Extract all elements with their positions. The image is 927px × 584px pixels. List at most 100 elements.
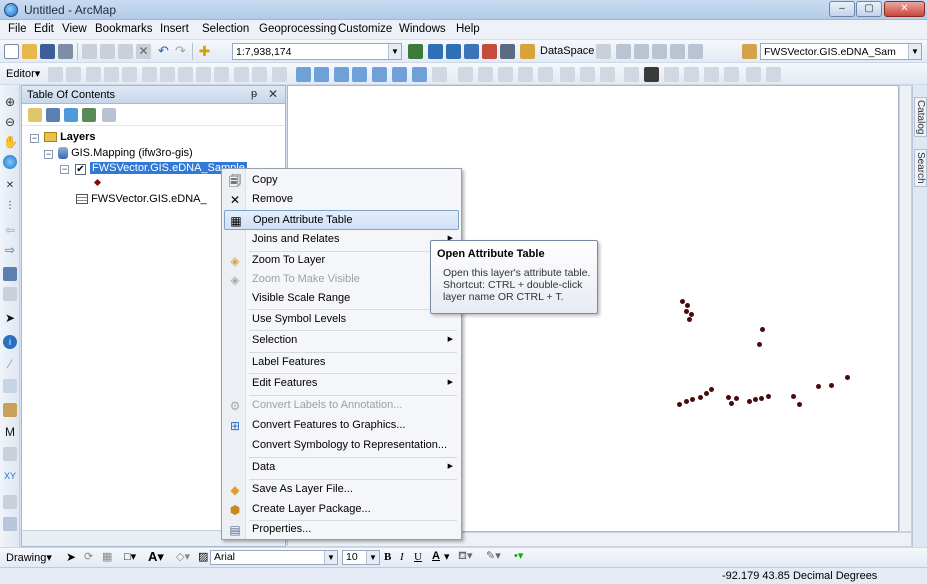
edit-vertices-drawing-icon[interactable]: ◇▾ [176,550,190,563]
cut-icon[interactable] [82,44,97,59]
convert-symbology-menu-item[interactable]: Convert Symbology to Representation... [224,436,459,456]
toc-options-icon[interactable] [102,108,116,122]
find-binoculars-icon[interactable]: M [3,425,17,439]
clear-selection-icon[interactable] [3,287,17,301]
search-window-icon[interactable] [464,44,479,59]
reconcile-icon[interactable] [334,67,349,82]
use-symbol-levels-menu-item[interactable]: Use Symbol Levels [224,310,459,330]
dataspace-dropdown-icon[interactable] [596,44,611,59]
convert-features-menu-item[interactable]: ⊞ Convert Features to Graphics... [224,416,459,436]
zoom-in-icon[interactable]: ⊕ [3,95,17,109]
arctoolbox-icon[interactable] [482,44,497,59]
grid-icon[interactable] [724,67,739,82]
minimize-button[interactable]: – [829,1,855,17]
undo-icon[interactable]: ↶ [156,44,171,59]
find-route-icon[interactable] [3,447,17,461]
menu-insert[interactable]: Insert [160,23,189,35]
tool-c-icon[interactable] [652,44,667,59]
rotate-icon[interactable] [214,67,229,82]
time-slider-icon[interactable] [3,495,17,509]
map-scale-combo[interactable]: 1:7,938,174 ▼ [232,43,402,60]
post-icon[interactable] [352,67,367,82]
create-features-icon[interactable] [272,67,287,82]
select-elements-arrow-icon[interactable]: ➤ [3,311,17,325]
rectangle-tool-icon[interactable]: □▾ [124,550,136,563]
open-folder-icon[interactable] [22,44,37,59]
select-elements-icon[interactable]: ➤ [66,550,76,564]
edit-tool-icon[interactable] [48,67,63,82]
fixed-zoom-in-icon[interactable]: ✕ [3,179,17,193]
layer-selector-icon[interactable] [742,44,757,59]
dataspace-label[interactable]: DataSpace [540,45,594,57]
toc-close-icon[interactable]: ✕ [268,87,278,101]
versioning-icon[interactable] [314,67,329,82]
menu-windows[interactable]: Windows [399,23,446,35]
fill-color-icon[interactable]: ⛾▾ [458,549,473,564]
geodatabase-tool-icon[interactable] [296,67,311,82]
marker-color-icon[interactable]: •▾ [514,549,523,562]
table-tool-icon[interactable] [704,67,719,82]
label-features-menu-item[interactable]: Label Features [224,353,459,373]
select-features-icon[interactable] [3,267,17,281]
convert-labels-menu-item[interactable]: ⚙ Convert Labels to Annotation... [224,396,459,416]
refresh-version-icon[interactable] [392,67,407,82]
reshape-icon[interactable] [160,67,175,82]
bold-button[interactable]: B [384,551,391,563]
menu-bookmarks[interactable]: Bookmarks [95,23,153,35]
globe-tool-icon[interactable] [644,67,659,82]
save-layer-file-menu-item[interactable]: ◆ Save As Layer File... [224,480,459,500]
new-document-icon[interactable] [4,44,19,59]
edit-vertices-icon[interactable] [142,67,157,82]
go-to-xy-icon[interactable]: XY [3,469,17,483]
network-options-icon[interactable] [580,67,595,82]
line-color-icon[interactable]: ✎▾ [486,549,501,562]
catalog-dock-tab[interactable]: Catalog [914,97,927,138]
tool-a-icon[interactable] [616,44,631,59]
search-dock-tab[interactable]: Search [914,149,927,187]
text-style-icon[interactable]: ▨ [198,550,208,563]
flag-icon[interactable] [498,67,513,82]
remove-menu-item[interactable]: ✕ Remove [224,190,459,210]
map-vertical-scrollbar[interactable] [899,85,912,532]
editor-menu[interactable]: Editor▾ [6,67,40,80]
attributes-icon[interactable] [234,67,249,82]
full-extent-icon[interactable] [3,155,17,169]
version-manager-icon[interactable] [412,67,427,82]
db-collapse-icon[interactable]: − [44,150,53,159]
menu-selection[interactable]: Selection [202,23,249,35]
chevron-down-icon[interactable]: ▾ [444,550,450,563]
redo-icon[interactable]: ↷ [173,44,188,59]
list-by-visibility-icon[interactable] [64,108,78,122]
layer-visibility-checkbox[interactable]: ✔ [75,164,86,175]
fixed-zoom-out-icon[interactable]: ⋮ [3,199,17,213]
save-icon[interactable] [40,44,55,59]
editor-toolbar-icon[interactable] [408,44,423,59]
graph-icon[interactable] [746,67,761,82]
text-tool-icon[interactable]: A▾ [148,549,164,565]
trace-network-icon[interactable] [478,67,493,82]
edit-features-menu-item[interactable]: Edit Features ▶ [224,374,459,394]
list-by-drawing-order-icon[interactable] [28,108,42,122]
measure-ruler-icon[interactable] [3,403,17,417]
cut-polygons-icon[interactable] [178,67,193,82]
solve-icon[interactable] [538,67,553,82]
print-icon[interactable] [58,44,73,59]
tool-e-icon[interactable] [688,44,703,59]
create-layer-package-menu-item[interactable]: ⬢ Create Layer Package... [224,500,459,520]
menu-view[interactable]: View [62,23,87,35]
split-icon[interactable] [196,67,211,82]
selection-menu-item[interactable]: Selection ▶ [224,331,459,351]
open-attribute-table-menu-item[interactable]: ▦ Open Attribute Table [224,210,459,230]
menu-help[interactable]: Help [456,23,480,35]
tool-d-icon[interactable] [670,44,685,59]
create-viewer-icon[interactable] [3,517,17,531]
paste-icon[interactable] [118,44,133,59]
clear-results-icon[interactable] [560,67,575,82]
zoom-out-icon[interactable]: ⊖ [3,115,17,129]
identify-results-icon[interactable] [684,67,699,82]
network-icon[interactable] [458,67,473,82]
topology-icon[interactable] [432,67,447,82]
font-color-button[interactable]: A [432,550,440,562]
underline-button[interactable]: U [414,551,422,563]
zoom-to-make-visible-menu-item[interactable]: ◈ Zoom To Make Visible [224,270,459,290]
